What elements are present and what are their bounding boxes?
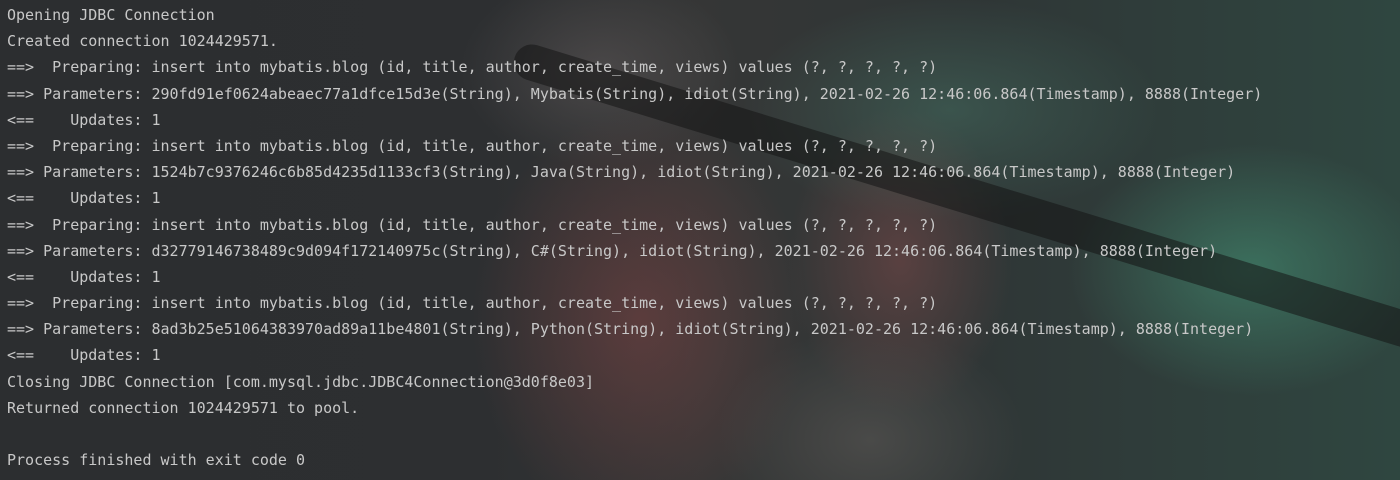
console-line: ==> Preparing: insert into mybatis.blog … [7,294,938,313]
console-line: ==> Preparing: insert into mybatis.blog … [7,136,938,155]
console-line: <== Updates: 1 [7,189,161,208]
console-line: ==> Parameters: 8ad3b25e51064383970ad89a… [7,320,1254,339]
console-line: Process finished with exit code 0 [7,451,306,470]
console-line: <== Updates: 1 [7,110,161,129]
console-line: ==> Parameters: d32779146738489c9d094f17… [7,241,1218,260]
run-console-output[interactable]: Opening JDBC Connection Created connecti… [0,0,1400,480]
console-line: <== Updates: 1 [7,346,161,365]
console-line: ==> Parameters: 290fd91ef0624abeaec77a1d… [7,84,1263,103]
console-line: ==> Parameters: 1524b7c9376246c6b85d4235… [7,163,1236,182]
console-line: Closing JDBC Connection [com.mysql.jdbc.… [7,372,594,391]
console-line: ==> Preparing: insert into mybatis.blog … [7,58,938,77]
console-line: Created connection 1024429571. [7,32,278,51]
console-line: <== Updates: 1 [7,267,161,286]
console-line: ==> Preparing: insert into mybatis.blog … [7,215,938,234]
console-line: Opening JDBC Connection [7,6,215,24]
console-line: Returned connection 1024429571 to pool. [7,398,360,417]
